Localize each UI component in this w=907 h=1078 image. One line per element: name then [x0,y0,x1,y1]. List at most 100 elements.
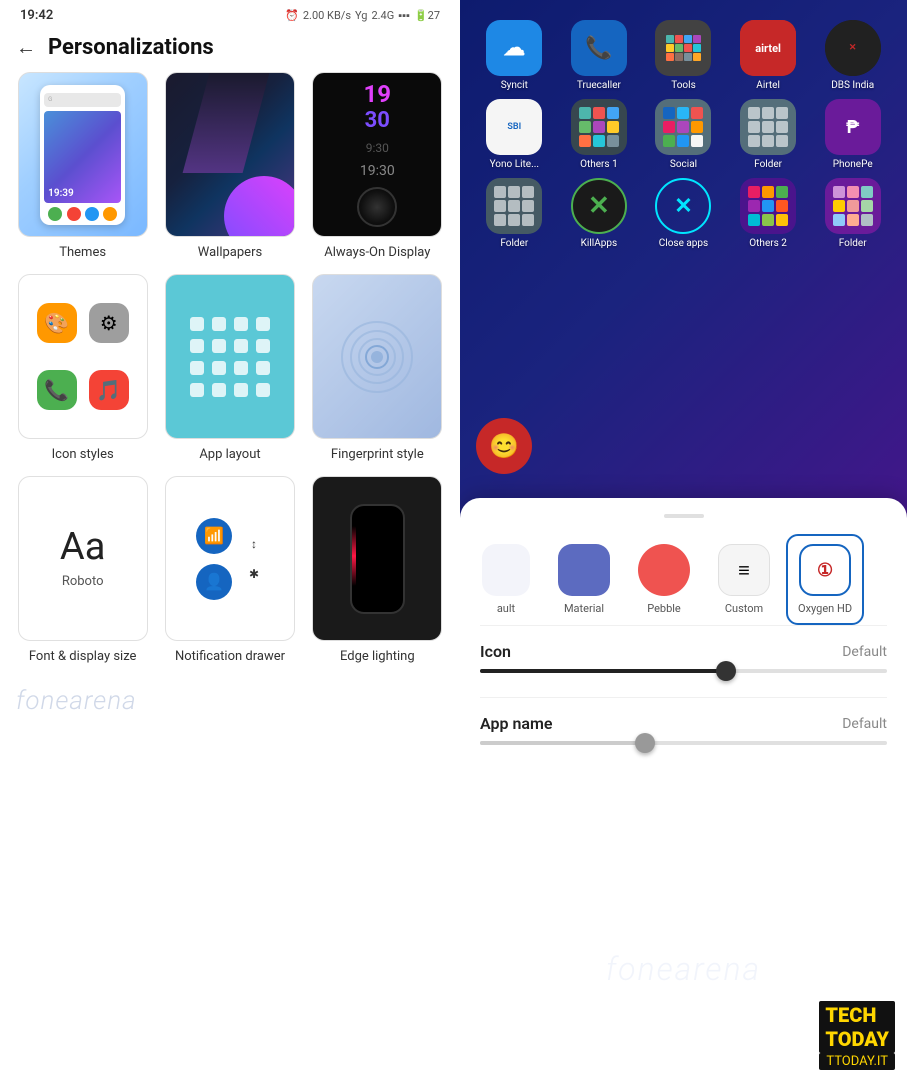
font-aa-label: Aa [60,528,105,566]
style-option-pebble[interactable]: Pebble [626,534,702,625]
edge-label: Edge lighting [340,649,415,664]
app-dot [212,383,226,397]
grid-item-applayout[interactable]: App layout [163,274,296,462]
applayout-thumbnail [165,274,295,439]
icon-sample-green: 📞 [37,370,77,410]
folder2-icon [486,178,542,234]
appname-section: App name Default [460,698,907,769]
app-dot [190,361,204,375]
right-watermark-block: TECHTODAY TTODAY.IT [807,993,907,1078]
app-item-folder[interactable]: Folder [730,99,807,170]
icon-section-header: Icon Default [480,642,887,661]
app-item-folder3[interactable]: Folder [814,178,891,249]
edge-thumbnail [312,476,442,641]
folder3-label: Folder [839,238,867,249]
style-option-default-partial[interactable]: ault [470,534,542,625]
app-item-folder2[interactable]: Folder [476,178,553,249]
grid-item-iconstyles[interactable]: 🎨 ⚙ 📞 🎵 Icon styles [16,274,149,462]
grid-item-fingerprint[interactable]: Fingerprint style [311,274,444,462]
font-name-label: Roboto [62,574,104,589]
icon-sample-red: 🎵 [89,370,129,410]
aod-time-display2: 30 [365,108,390,133]
folder2-grid [490,182,538,230]
grid-item-edge[interactable]: Edge lighting [311,476,444,664]
app-layout-grid [190,317,270,397]
style-option-custom[interactable]: ≡ Custom [706,534,782,625]
truecaller-label: Truecaller [577,80,621,91]
grid-item-font[interactable]: Aa Roboto Font & display size [16,476,149,664]
appname-slider-thumb[interactable] [635,733,655,753]
notif-wifi-icon: 📶 [196,518,232,554]
notif-icons-col1: 📶 👤 [196,518,232,600]
data-speed: 2.00 KB/s [303,9,351,22]
fingerprint-circles [337,317,417,397]
closeapps-icon: ✕ [655,178,711,234]
app-dot [234,383,248,397]
aod-label: Always-On Display [324,245,430,260]
folder3-icon [825,178,881,234]
style-preview-partial [482,544,530,596]
grid-item-wallpapers[interactable]: Wallpapers [163,72,296,260]
status-icons: ⏰ 2.00 KB/s Yg 2.4G ▪▪▪ 🔋27 [285,9,440,22]
style-label-material: Material [564,602,604,615]
icon-sample-settings: ⚙ [89,303,129,343]
airtel-label: Airtel [756,80,780,91]
font-thumbnail: Aa Roboto [18,476,148,641]
app-dot [256,317,270,331]
social-icon [655,99,711,155]
app-item-killapps[interactable]: ✕ KillApps [561,178,638,249]
icon-section: Icon Default [460,626,907,697]
ttoday-url: TTODAY.IT [819,1053,895,1070]
icon-style-scroller[interactable]: ault Material Pebble ≡ Custom [460,534,907,625]
style-preview-pebble [638,544,690,596]
themes-thumbnail: G 19:39 [18,72,148,237]
notif-icons-col2: ↕ ✱ [244,534,264,584]
fingerprint-label: Fingerprint style [331,447,424,462]
folder-grid [744,103,792,151]
app-item-closeapps[interactable]: ✕ Close apps [645,178,722,249]
app-item-yono[interactable]: SBI Yono Lite... [476,99,553,170]
style-option-oxygenhd[interactable]: ① Oxygen HD [786,534,864,625]
aod-circle [357,187,397,227]
back-button[interactable]: ← [16,35,36,60]
syncit-icon: ☁ [486,20,542,76]
icon-slider-thumb[interactable] [716,661,736,681]
wallpaper-shape2 [183,73,270,173]
app-item-tools[interactable]: Tools [645,20,722,91]
grid-item-themes[interactable]: G 19:39 Themes [16,72,149,260]
app-item-truecaller[interactable]: 📞 Truecaller [561,20,638,91]
app-item-syncit[interactable]: ☁ Syncit [476,20,553,91]
style-option-material[interactable]: Material [546,534,622,625]
app-item-others1[interactable]: Others 1 [561,99,638,170]
right-panel: ☁ Syncit 📞 Truecaller [460,0,907,1078]
tools-grid [662,31,705,65]
dbs-label: DBS India [831,80,874,91]
app-item-phonepe[interactable]: ₱ PhonePe [814,99,891,170]
app-item-airtel[interactable]: airtel Airtel [730,20,807,91]
app-dot [256,383,270,397]
themes-phone-dock [44,203,121,221]
alarm-icon: ⏰ [285,9,299,22]
icon-slider-track[interactable] [480,669,887,673]
syncit-label: Syncit [501,80,528,91]
app-item-others2[interactable]: Others 2 [730,178,807,249]
grid-item-notification[interactable]: 📶 👤 ↕ ✱ Notification drawer [163,476,296,664]
style-preview-material [558,544,610,596]
status-time: 19:42 [20,8,53,23]
notification-label: Notification drawer [175,649,285,664]
appname-section-value: Default [842,716,887,732]
aod-small-time: 9:30 [366,141,389,155]
icon-section-label: Icon [480,642,511,661]
app-dot [256,339,270,353]
app-item-social[interactable]: Social [645,99,722,170]
left-panel: 19:42 ⏰ 2.00 KB/s Yg 2.4G ▪▪▪ 🔋27 ← Pers… [0,0,460,1078]
appname-slider-track[interactable] [480,741,887,745]
app-item-dbs[interactable]: ✕ DBS India [814,20,891,91]
aod-time-display: 19 [364,82,392,106]
icon-section-value: Default [842,644,887,660]
phone-background: ☁ Syncit 📞 Truecaller [460,0,907,1078]
tools-label: Tools [671,80,695,91]
wallpapers-label: Wallpapers [198,245,262,260]
grid-item-aod[interactable]: 19 30 9:30 19:30 Always-On Display [311,72,444,260]
appname-section-label: App name [480,714,553,733]
